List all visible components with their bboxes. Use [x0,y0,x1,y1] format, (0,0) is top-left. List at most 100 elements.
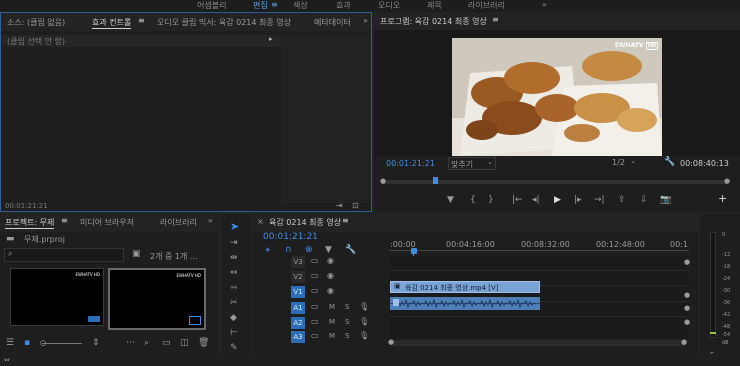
slip-tool-icon[interactable]: ◆ [230,313,237,323]
close-sequence-icon[interactable]: × [257,217,264,226]
workspace-titles[interactable]: 제목 [427,0,442,11]
timeline-playhead-handle[interactable] [411,248,417,254]
eye-icon[interactable]: ◉ [327,271,334,281]
mute-button[interactable]: M [329,318,335,326]
icon-view-icon[interactable]: ▪ [24,338,30,348]
resolution-dropdown[interactable]: 1/2 ⌄ [610,157,640,168]
go-to-out-icon[interactable]: →| [594,195,605,205]
track-select-tool-icon[interactable]: ⇥ [230,238,238,248]
go-to-in-icon[interactable]: |← [512,195,523,205]
solo-button[interactable]: S [345,332,349,340]
tab-media-browser[interactable]: 미디어 브라우저 [80,217,134,228]
zoom-slider-handle[interactable]: ○ [40,339,46,347]
workspace-assembly[interactable]: 어셈블리 [197,0,226,11]
selection-tool-icon[interactable]: ➤ [230,221,239,232]
sync-lock-icon[interactable]: ▭ [311,256,319,266]
tab-source[interactable]: 소스: (클립 없음) [7,17,65,28]
workspace-menu-icon[interactable]: ≡ [271,0,278,9]
play-only-icon[interactable]: ▸ [269,35,273,43]
sync-lock-icon[interactable]: ▭ [311,331,319,341]
razor-tool-icon[interactable]: ✂ [230,298,238,308]
project-item-thumbnail[interactable]: EWHATV HD [10,268,104,326]
workspace-effects[interactable]: 효과 [336,0,351,11]
v-scroll-handle[interactable]: ● [684,318,690,326]
program-menu-icon[interactable]: ≡ [492,15,499,24]
more-tabs-icon[interactable]: » [363,16,368,25]
rolling-edit-tool-icon[interactable]: ⇔ [230,268,238,278]
solo-button[interactable]: S [345,318,349,326]
timeline-h-scrollbar[interactable] [391,340,687,346]
tab-libraries[interactable]: 라이브러리 [160,217,197,228]
automate-icon[interactable]: ⋯ [126,338,135,348]
tab-audio-clip-mixer[interactable]: 오디오 클립 믹서: 육감 0214 최종 영상 [157,17,291,28]
mark-in-icon[interactable]: { [470,195,476,205]
status-icon[interactable]: ⇔ [4,355,10,365]
microphone-icon[interactable]: 🎙 [359,317,369,327]
tab-menu-icon[interactable]: ≡ [138,16,145,25]
eye-icon[interactable]: ◉ [327,256,334,266]
add-button-icon[interactable]: + [718,193,727,204]
clear-icon[interactable]: 🗑 [198,338,209,348]
sequence-menu-icon[interactable]: ≡ [342,216,349,225]
rate-stretch-tool-icon[interactable]: ⇿ [230,283,238,293]
tab-project[interactable]: 프로젝트: 무제 [5,217,55,229]
microphone-icon[interactable]: 🎙 [359,331,369,341]
program-timecode[interactable]: 00:01:21:21 [386,159,435,168]
workspace-audio[interactable]: 오디오 [378,0,400,11]
track-target-a1[interactable]: A1 [291,302,305,314]
timeline-settings-icon[interactable]: 🔧 [345,245,356,255]
find-icon[interactable]: ⌕ [144,338,149,348]
scroll-handle-right[interactable]: ● [681,338,687,346]
v-scroll-handle[interactable]: ● [684,304,690,312]
effect-controls-timecode[interactable]: 00:01:21:21 [5,202,48,210]
time-ruler[interactable] [389,250,689,251]
tab-menu-icon[interactable]: ≡ [61,216,68,225]
workspace-editing[interactable]: 편집 [253,0,268,11]
track-target-v3[interactable]: V3 [291,256,305,268]
solo-button[interactable]: S [345,303,349,311]
fit-dropdown[interactable]: 맞추기 ⌄ [448,157,496,170]
microphone-icon[interactable]: 🎙 [359,302,369,312]
export-frame-icon[interactable]: 📷 [660,195,671,205]
v-scroll-handle[interactable]: ● [684,291,690,299]
audio-clip[interactable] [390,297,540,310]
sync-lock-icon[interactable]: ▭ [311,317,319,327]
project-search-input[interactable]: ⌕ [4,248,124,262]
mute-button[interactable]: M [329,303,335,311]
slide-tool-icon[interactable]: ⊢ [230,328,238,338]
tab-effect-controls[interactable]: 효과 컨트롤 [92,17,132,29]
add-marker-icon[interactable]: ▼ [447,195,454,205]
new-item-icon[interactable]: ◫ [180,338,189,348]
new-bin-from-search-icon[interactable]: ▣ [132,249,141,259]
sync-lock-icon[interactable]: ▭ [311,271,319,281]
step-back-icon[interactable]: ◂| [532,195,540,205]
scrub-handle-right[interactable]: ● [724,177,730,185]
workspace-color[interactable]: 색상 [293,0,308,11]
sort-icon[interactable]: ⇕ [92,338,100,348]
project-sequence-thumbnail[interactable]: EWHATV HD [108,268,206,330]
sync-lock-icon[interactable]: ▭ [311,286,319,296]
add-marker-icon[interactable]: ▼ [325,245,332,255]
linked-selection-icon[interactable]: ⊗ [305,245,313,255]
filter-icon[interactable]: ⇥ [336,201,343,211]
ripple-edit-tool-icon[interactable]: ⇹ [230,253,238,263]
program-title[interactable]: 프로그램: 육감 0214 최종 영상 [380,16,487,27]
step-forward-icon[interactable]: |▸ [574,195,582,205]
program-playhead[interactable] [433,177,438,184]
eye-icon[interactable]: ◉ [327,286,334,296]
more-workspaces-icon[interactable]: » [542,0,547,9]
track-target-a3[interactable]: A3 [291,331,305,343]
snap-icon[interactable]: ∩ [285,245,292,255]
track-target-a2[interactable]: A2 [291,317,305,329]
zoom-slider[interactable] [42,343,82,344]
settings-wrench-icon[interactable]: 🔧 [664,157,675,167]
timeline-timecode[interactable]: 00:01:21:21 [263,232,318,242]
nest-icon[interactable]: ⚹ [265,245,270,255]
list-view-icon[interactable]: ☰ [6,338,14,348]
v-scroll-handle[interactable]: ● [684,258,690,266]
sync-lock-icon[interactable]: ▭ [311,302,319,312]
video-frame[interactable]: EWHATV HD [452,38,662,156]
extract-icon[interactable]: ⇩ [640,195,648,205]
track-target-v2[interactable]: V2 [291,271,305,283]
video-clip[interactable]: ▣ 육감 0214 최종 영상.mp4 [V] [390,281,540,293]
